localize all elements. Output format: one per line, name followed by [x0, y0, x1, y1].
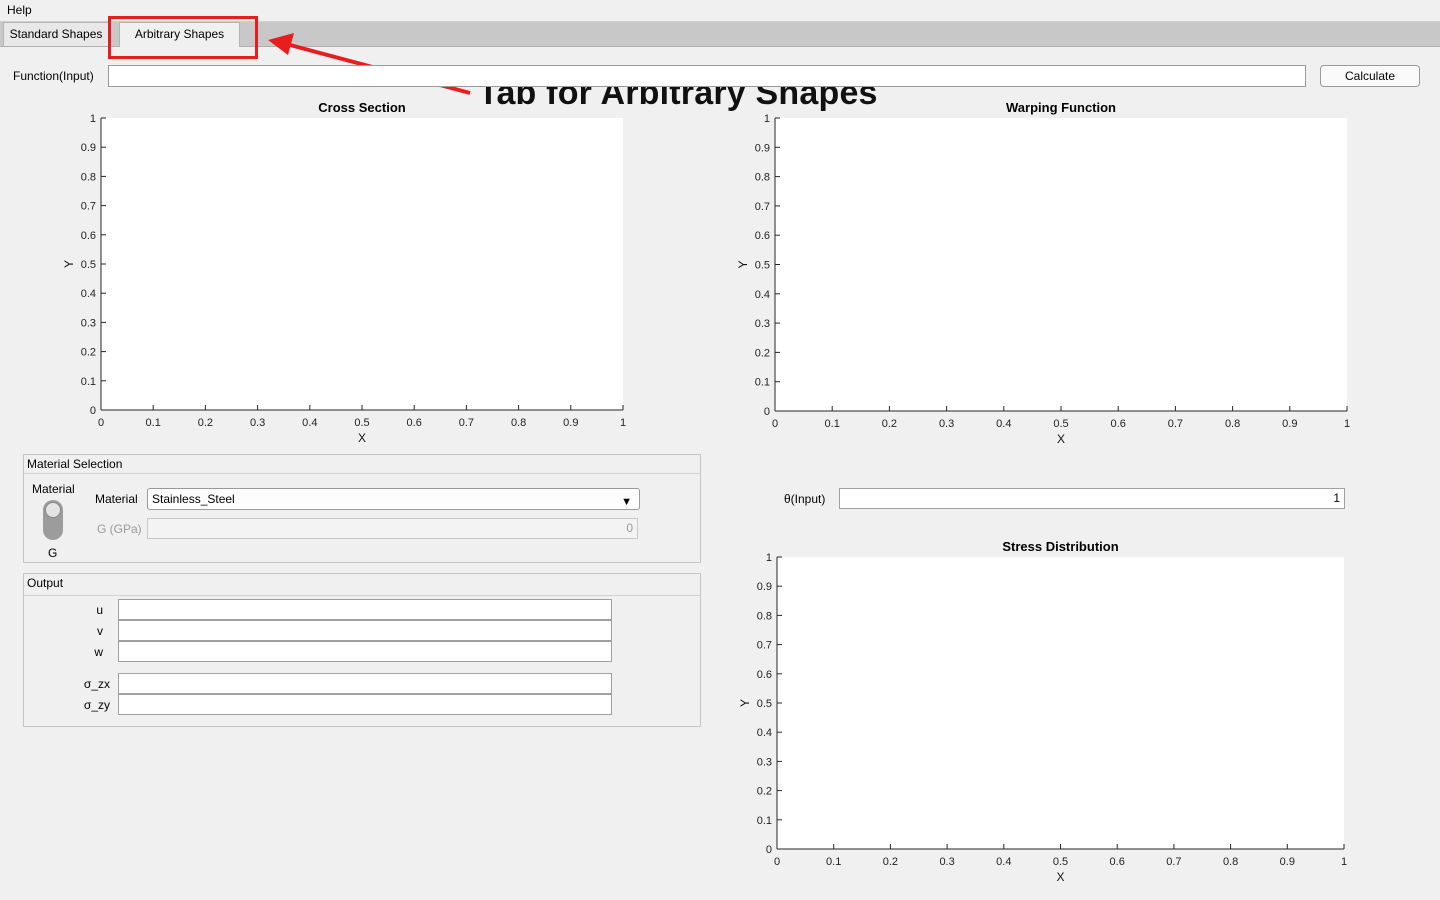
theta-input[interactable]: 1 [839, 488, 1345, 509]
x-tick-label: 0.1 [826, 856, 841, 868]
output-v-field[interactable] [118, 620, 612, 641]
y-tick-label: 0.9 [757, 581, 772, 593]
y-tick-label: 0.6 [757, 669, 772, 681]
material-dropdown-value: Stainless_Steel [152, 492, 235, 506]
material-dropdown[interactable]: Stainless_Steel ▼ [147, 488, 640, 510]
y-tick-label: 0.1 [757, 815, 772, 827]
output-panel-divider [24, 595, 700, 596]
y-tick-label: 0.2 [757, 786, 772, 798]
material-panel-title: Material Selection [27, 457, 123, 471]
output-sigma-zy-label: σ_zy [83, 698, 110, 712]
stress-distribution-axes: 00 0.1 0.1 0.2 0.2 0.3 0.3 0.4 0.4 0.5 0.5 0.6 0.6 0.… [738, 552, 1347, 884]
toggle-knob[interactable] [45, 502, 61, 518]
x-axis-label: X [1056, 870, 1064, 884]
x-tick-label: 0.8 [1223, 856, 1238, 868]
output-u-label: u [96, 603, 103, 617]
x-tick-label: 0.2 [883, 856, 898, 868]
y-tick-label: 1 [766, 552, 772, 564]
x-tick-label: 0.4 [996, 856, 1011, 868]
x-tick-label: 0.3 [939, 856, 954, 868]
x-tick-label: 0.6 [1110, 856, 1125, 868]
y-tick-label: 0 [766, 844, 772, 856]
x-tick-label: 0.9 [1280, 856, 1295, 868]
chevron-down-icon: ▼ [621, 496, 632, 508]
y-tick-label: 0.5 [757, 698, 772, 710]
y-tick-label: 0.3 [757, 756, 772, 768]
y-tick-label: 0.4 [757, 727, 772, 739]
y-axis-label: Y [738, 699, 752, 707]
g-gpa-label: G (GPa) [97, 522, 142, 536]
x-tick-label: 1 [1341, 856, 1347, 868]
y-tick-label: 0.7 [757, 640, 772, 652]
output-w-field[interactable] [118, 641, 612, 662]
x-tick-label: 0.5 [1053, 856, 1068, 868]
output-v-label: v [97, 624, 103, 638]
g-gpa-field: 0 [147, 518, 638, 539]
output-sigma-zx-label: σ_zx [83, 677, 110, 691]
output-w-label: w [94, 645, 103, 659]
output-sigma-zx-field[interactable] [118, 673, 612, 694]
theta-label: θ(Input) [784, 492, 826, 506]
material-dropdown-label: Material [95, 492, 138, 506]
material-switch-bottom-label: G [48, 546, 58, 560]
output-u-field[interactable] [118, 599, 612, 620]
y-tick-label: 0.8 [757, 610, 772, 622]
output-sigma-zy-field[interactable] [118, 694, 612, 715]
x-tick-label: 0.7 [1166, 856, 1181, 868]
material-switch-top-label: Material [32, 482, 75, 496]
x-tick-label: 0 [774, 856, 780, 868]
material-panel-divider [24, 473, 700, 474]
output-panel-title: Output [27, 576, 64, 590]
